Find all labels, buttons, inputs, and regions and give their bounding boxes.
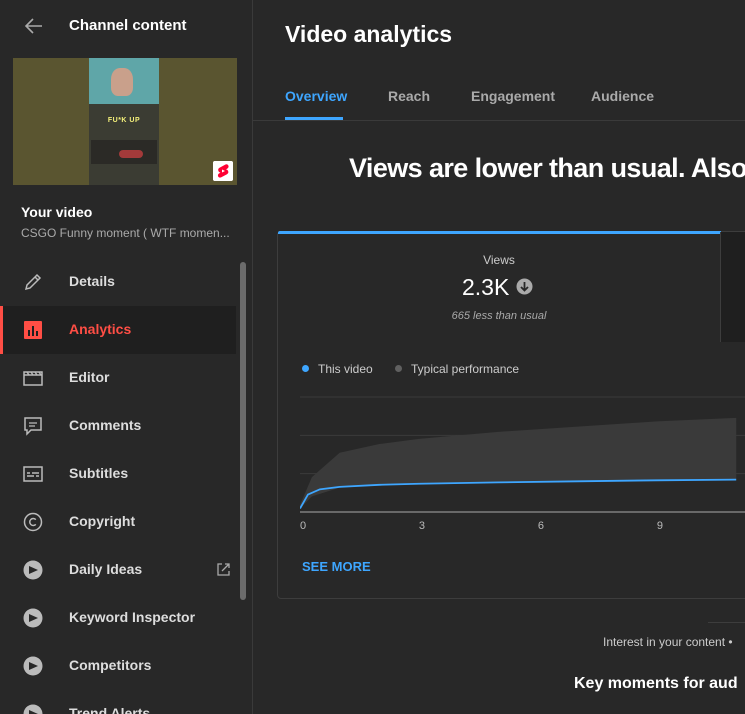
clapperboard-icon: [23, 371, 43, 386]
your-video-label: Your video: [21, 204, 93, 220]
stat-comparison: 665 less than usual: [451, 310, 547, 322]
section-divider: [708, 622, 745, 623]
sidebar: Channel content FU*K UP Your video CSGO …: [0, 0, 253, 714]
vidiq-icon: [23, 704, 43, 714]
vidiq-icon: [23, 560, 43, 580]
sidebar-item-label: Subtitles: [69, 465, 129, 481]
sidebar-item-competitors[interactable]: Competitors: [0, 642, 236, 690]
insight-headline: Views are lower than usual. Also: [349, 153, 745, 183]
page-title: Video analytics: [285, 21, 453, 47]
views-chart[interactable]: 0 3 6 9: [300, 392, 745, 552]
sidebar-item-comments[interactable]: Comments: [0, 402, 236, 450]
legend-label: This video: [318, 362, 373, 376]
sidebar-nav: Details Analytics Editor Comments Subtit…: [0, 258, 238, 714]
sidebar-scrollbar[interactable]: [238, 262, 248, 714]
tab-audience[interactable]: Audience: [591, 88, 654, 104]
legend-dot: [302, 365, 309, 372]
stat-label: Views: [483, 253, 515, 267]
active-tab-indicator: [285, 117, 343, 120]
vidiq-icon: [23, 656, 43, 676]
tab-reach[interactable]: Reach: [388, 88, 430, 104]
comment-icon: [24, 417, 42, 436]
x-axis-ticks: 0 3 6 9: [300, 520, 663, 532]
sidebar-item-editor[interactable]: Editor: [0, 354, 236, 402]
video-thumbnail[interactable]: FU*K UP: [13, 58, 237, 185]
arrow-left-icon[interactable]: [22, 14, 46, 38]
x-tick-label: 0: [300, 520, 306, 532]
legend-label: Typical performance: [411, 362, 520, 376]
sidebar-item-label: Trend Alerts: [69, 705, 151, 714]
arrow-down-circle-icon: [516, 278, 533, 295]
sidebar-item-label: Details: [69, 273, 115, 289]
legend-dot: [395, 365, 402, 372]
sidebar-item-daily-ideas[interactable]: Daily Ideas: [0, 546, 236, 594]
key-moments-heading: Key moments for aud: [574, 675, 738, 692]
sidebar-item-label: Analytics: [69, 321, 132, 337]
stat-value: 2.3K: [462, 274, 510, 300]
sidebar-item-label: Copyright: [69, 513, 136, 529]
sidebar-item-trend-alerts[interactable]: Trend Alerts: [0, 690, 236, 714]
views-card: Views 2.3K 665 less than usual This vide…: [277, 231, 745, 599]
sidebar-item-label: Competitors: [69, 657, 152, 673]
sidebar-item-subtitles[interactable]: Subtitles: [0, 450, 236, 498]
next-stat-panel[interactable]: [721, 232, 745, 342]
thumbnail-caption: FU*K UP: [107, 117, 141, 124]
sidebar-item-copyright[interactable]: Copyright: [0, 498, 236, 546]
tab-overview[interactable]: Overview: [285, 88, 347, 104]
sidebar-item-details[interactable]: Details: [0, 258, 236, 306]
interest-label: Interest in your content •: [603, 635, 733, 649]
vidiq-icon: [23, 608, 43, 628]
see-more-button[interactable]: SEE MORE: [302, 559, 371, 574]
pencil-icon: [24, 273, 42, 291]
sidebar-item-label: Comments: [69, 417, 142, 433]
shorts-icon: [213, 161, 233, 181]
main-content: Video analytics Overview Reach Engagemen…: [253, 0, 745, 714]
thumbnail-splatter: [119, 150, 143, 158]
sidebar-header: Channel content: [0, 0, 252, 52]
legend-typical: Typical performance: [395, 362, 519, 376]
sidebar-item-keyword-inspector[interactable]: Keyword Inspector: [0, 594, 236, 642]
x-tick-label: 6: [538, 520, 544, 532]
card-selected-indicator: [278, 231, 721, 234]
video-title: CSGO Funny moment ( WTF momen...: [21, 226, 230, 240]
typical-performance-band: [300, 417, 737, 509]
sidebar-scrollbar-thumb[interactable]: [240, 262, 246, 600]
analytics-tabs: Overview Reach Engagement Audience: [253, 74, 745, 121]
thumbnail-frame: FU*K UP: [89, 58, 159, 185]
sidebar-item-label: Editor: [69, 369, 110, 385]
x-tick-label: 3: [419, 520, 425, 532]
sidebar-item-label: Daily Ideas: [69, 561, 143, 577]
thumbnail-face: [111, 68, 133, 96]
subtitles-icon: [23, 466, 43, 482]
analytics-icon: [24, 321, 42, 339]
x-tick-label: 9: [657, 520, 663, 532]
legend-this-video: This video: [302, 362, 373, 376]
channel-content-title: Channel content: [69, 17, 187, 34]
sidebar-item-analytics[interactable]: Analytics: [0, 306, 236, 354]
tab-engagement[interactable]: Engagement: [471, 88, 555, 104]
external-link-icon[interactable]: [216, 562, 231, 577]
sidebar-item-label: Keyword Inspector: [69, 609, 196, 625]
copyright-icon: [23, 512, 43, 532]
